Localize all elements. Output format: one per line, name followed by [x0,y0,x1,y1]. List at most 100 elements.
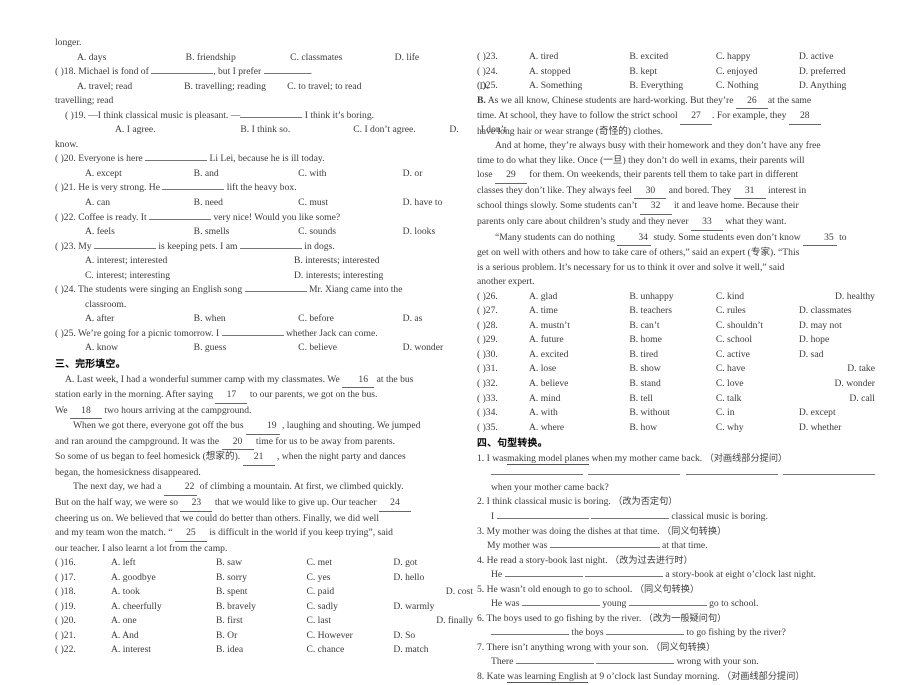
q25-marker[interactable]: ( )25. [55,328,76,339]
option-marker[interactable]: ( )25. [477,79,529,94]
option-marker[interactable]: ( )35. [477,421,529,436]
option-a[interactable]: A. mind [529,392,629,407]
cloze-blank-22[interactable]: 22 [163,480,198,496]
option-b[interactable]: B. need [194,196,299,211]
option-d[interactable]: D. hope [799,333,875,348]
option-c[interactable]: C. However [306,629,393,644]
answer-blank[interactable] [496,517,589,519]
option-c[interactable]: C. believe [298,341,403,356]
option-a[interactable]: A. goodbye [111,571,216,586]
answer-blank[interactable] [240,116,303,118]
option-d[interactable]: D. take [799,362,875,377]
option-b[interactable]: B. teachers [629,304,716,319]
option-marker[interactable]: ( )29. [477,333,529,348]
option-c[interactable]: C. rules [716,304,799,319]
option-marker[interactable]: ( )18. [55,585,111,600]
option-marker[interactable]: ( )28. [477,319,529,334]
cloze-blank-31[interactable]: 31 [733,184,766,200]
cloze-blank-16[interactable]: 16 [342,373,375,389]
answer-blank[interactable] [221,334,284,336]
option-b[interactable]: B. stand [629,377,716,392]
answer-blank[interactable] [151,73,214,75]
option-d[interactable]: D. interests; interesting [294,269,383,284]
cloze-blank-28[interactable]: 28 [788,109,821,125]
option-b[interactable]: B. tell [629,392,716,407]
cloze-blank-29[interactable]: 29 [494,168,527,184]
option-c[interactable]: C. last [306,614,393,629]
option-a[interactable]: A. I agree. [115,123,240,138]
cloze-blank-27[interactable]: 27 [680,109,713,125]
option-marker[interactable]: ( )21. [55,629,111,644]
option-a[interactable]: A. interest [111,643,216,658]
option-c[interactable]: C. paid [306,585,393,600]
option-d[interactable]: D. may not [799,319,875,334]
option-b[interactable]: B. sorry [216,571,307,586]
option-a[interactable]: A. know [85,341,194,356]
option-c[interactable]: C. sounds [298,225,403,240]
option-a[interactable]: A. left [111,556,216,571]
option-c[interactable]: C. I don’t agree. [353,123,449,138]
option-c[interactable]: C. must [298,196,403,211]
answer-blank[interactable] [521,605,600,607]
cloze-blank-32[interactable]: 32 [639,199,672,216]
option-d[interactable]: D. classmates [799,304,875,319]
q18-marker[interactable]: ( )18. [55,66,76,77]
option-c[interactable]: C. met [306,556,393,571]
option-marker[interactable]: ( )34. [477,406,529,421]
answer-blank[interactable] [549,547,660,549]
option-marker[interactable]: ( )19. [55,600,111,615]
option-b[interactable]: B. first [216,614,307,629]
option-marker[interactable]: ( )27. [477,304,529,319]
option-marker[interactable]: ( )33. [477,392,529,407]
q24-marker[interactable]: ( )24. [55,284,76,295]
option-a[interactable]: A. interest; interested [85,254,294,269]
option-d[interactable]: D. sad [799,348,875,363]
option-b[interactable]: B. friendship [186,51,291,66]
option-b[interactable]: B. kept [629,65,716,80]
option-c[interactable]: C. love [716,377,799,392]
option-d[interactable]: D. Anything [799,79,875,94]
answer-blank[interactable] [504,576,583,578]
option-d[interactable]: D. healthy [799,290,875,305]
option-a[interactable]: A. mustn’t [529,319,629,334]
option-b[interactable]: B. I think so. [240,123,353,138]
option-c[interactable]: C. active [716,348,799,363]
option-d[interactable]: D. wonder [799,377,875,392]
option-c[interactable]: C. talk [716,392,799,407]
option-a[interactable]: A. took [111,585,216,600]
answer-blank[interactable] [491,634,569,636]
option-c[interactable]: C. yes [306,571,393,586]
option-b[interactable]: B. excited [629,50,716,65]
option-b[interactable]: B. show [629,362,716,377]
option-a[interactable]: A. glad [529,290,629,305]
option-marker[interactable]: ( )30. [477,348,529,363]
option-a[interactable]: A. lose [529,362,629,377]
option-b[interactable]: B. home [629,333,716,348]
option-c[interactable]: C. with [298,167,403,182]
option-d[interactable]: D. finally [393,614,473,629]
option-c[interactable]: C. interest; interesting [85,269,294,284]
option-a[interactable]: A. days [77,51,186,66]
option-b[interactable]: B. when [194,312,299,327]
option-c[interactable]: C. shouldn’t [716,319,799,334]
option-b[interactable]: B. how [629,421,716,436]
answer-blank[interactable] [263,73,310,75]
option-marker[interactable]: ( )22. [55,643,111,658]
option-c[interactable]: C. Nothing [716,79,799,94]
cloze-blank-19[interactable]: 19 [246,419,280,435]
option-a[interactable]: A. tired [529,50,629,65]
answer-blank[interactable] [596,663,675,665]
cloze-blank-21[interactable]: 21 [242,450,275,466]
option-c[interactable]: C. school [716,333,799,348]
option-b[interactable]: B. travelling; reading [184,80,287,95]
answer-blank[interactable] [239,247,302,249]
option-b[interactable]: B. saw [216,556,307,571]
q23-marker[interactable]: ( )23. [55,241,76,252]
cloze-blank-23[interactable]: 23 [180,496,213,512]
option-d[interactable]: D. hello [393,571,473,586]
option-b[interactable]: B. without [629,406,716,421]
q19-marker[interactable]: ( )19. [65,110,86,121]
option-d[interactable]: D. [449,123,458,138]
option-a[interactable]: A. cheerfully [111,600,216,615]
option-c[interactable]: C. kind [716,290,799,305]
